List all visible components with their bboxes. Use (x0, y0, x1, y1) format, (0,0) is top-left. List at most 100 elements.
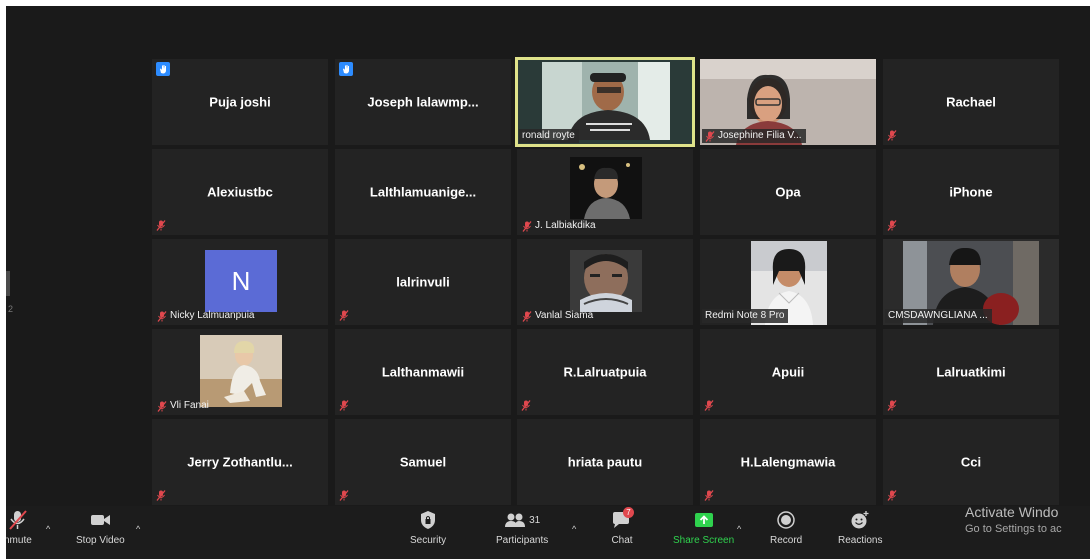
participant-name: Lalthlamuanige... (369, 184, 477, 200)
side-panel-handle[interactable] (6, 271, 10, 296)
chat-button[interactable]: 7 Chat (611, 507, 634, 546)
reactions-button[interactable]: Reactions (838, 510, 882, 546)
participant-name: Alexiustbc (207, 184, 273, 200)
watermark-title: Activate Windo (965, 504, 1059, 520)
muted-mic-icon (887, 220, 897, 231)
participant-name: Rachael (946, 94, 996, 110)
chat-label: Chat (611, 535, 633, 546)
participants-icon-group: 31 (504, 510, 540, 530)
muted-mic-icon (9, 510, 27, 530)
participant-name: Nicky Lalmuanpuia (170, 310, 255, 321)
participant-tile[interactable]: Samuel (335, 419, 511, 505)
participant-tile[interactable]: lalrinvuli (335, 239, 511, 325)
participant-tile[interactable]: Lalthlamuanige... (335, 149, 511, 235)
participant-tile[interactable]: Vanlal Siama (517, 239, 693, 325)
participant-tile[interactable]: Cci (883, 419, 1059, 505)
participant-tile[interactable]: Redmi Note 8 Pro (700, 239, 876, 325)
participant-label: Redmi Note 8 Pro (702, 309, 789, 323)
participant-tile[interactable]: J. Lalbiakdika (517, 149, 693, 235)
video-camera-icon (91, 515, 111, 525)
participant-name: Apuii (771, 364, 805, 380)
muted-mic-icon (157, 310, 167, 322)
zoom-meeting-window: 2 Puja joshi Joseph lalawmp... ronald ro… (6, 6, 1090, 559)
participant-name: Joseph lalawmp... (367, 94, 479, 110)
record-button[interactable]: Record (770, 510, 802, 546)
active-speaker-tile[interactable]: ronald royte (515, 57, 695, 147)
participant-tile[interactable]: Apuii (700, 329, 876, 415)
participant-tile[interactable]: iPhone (883, 149, 1059, 235)
participant-tile[interactable]: Lalthanmawii (335, 329, 511, 415)
participant-label: ronald royte (519, 129, 579, 143)
reactions-label: Reactions (838, 535, 883, 546)
audio-options-caret-icon[interactable]: ^ (46, 524, 50, 534)
participant-tile[interactable]: Rachael (883, 59, 1059, 145)
muted-mic-icon (705, 130, 715, 142)
participant-tile[interactable]: N Nicky Lalmuanpuia (152, 239, 328, 325)
video-options-caret-icon[interactable]: ^ (136, 524, 140, 534)
share-options-caret-icon[interactable]: ^ (737, 524, 741, 534)
meeting-toolbar: nmute ^ Stop Video ^ Security 31 Partici… (6, 506, 1090, 559)
participant-tile[interactable]: H.Lalengmawia (700, 419, 876, 505)
participant-name: Puja joshi (209, 94, 271, 110)
muted-mic-icon (887, 490, 897, 501)
security-button[interactable]: Security (410, 510, 446, 546)
participant-name: ronald royte (522, 130, 575, 141)
share-screen-label: Share Screen (673, 535, 735, 546)
participant-tile[interactable]: Vli Fanai (152, 329, 328, 415)
participant-name: Josephine Filia V... (718, 130, 802, 141)
participant-label: Vanlal Siama (519, 309, 597, 323)
participant-name: hriata pautu (567, 454, 643, 470)
share-screen-icon (694, 513, 713, 527)
participant-tile[interactable]: Lalruatkimi (883, 329, 1059, 415)
participants-count: 31 (529, 514, 541, 526)
chat-unread-badge: 7 (623, 507, 634, 518)
stop-video-button[interactable]: Stop Video (76, 510, 125, 546)
participants-icon (505, 513, 526, 527)
avatar: N (205, 250, 277, 312)
muted-mic-icon (156, 220, 166, 231)
participant-name: Samuel (399, 454, 447, 470)
muted-mic-icon (704, 490, 714, 501)
participant-name: J. Lalbiakdika (535, 220, 596, 231)
muted-mic-icon (339, 400, 349, 411)
record-label: Record (770, 535, 803, 546)
participants-options-caret-icon[interactable]: ^ (572, 524, 576, 534)
participant-name: iPhone (949, 184, 993, 200)
participant-name: Lalthanmawii (381, 364, 465, 380)
participant-label: Josephine Filia V... (702, 129, 806, 143)
participant-tile[interactable]: Opa (700, 149, 876, 235)
participant-label: J. Lalbiakdika (519, 219, 600, 233)
shield-icon (421, 511, 436, 529)
participant-name: Vanlal Siama (535, 310, 594, 321)
share-screen-button[interactable]: Share Screen (673, 510, 734, 546)
participant-tile[interactable]: R.Lalruatpuia (517, 329, 693, 415)
muted-mic-icon (522, 220, 532, 232)
participant-label: CMSDAWNGLIANA ... (885, 309, 992, 323)
participant-tile[interactable]: CMSDAWNGLIANA ... (883, 239, 1059, 325)
participant-name: Opa (775, 184, 801, 200)
windows-activation-watermark: Activate Windo Go to Settings to ac (965, 504, 1062, 535)
participant-video (570, 250, 642, 312)
participant-tile[interactable]: Puja joshi (152, 59, 328, 145)
security-label: Security (410, 535, 447, 546)
participant-name: Lalruatkimi (936, 364, 1006, 380)
participants-button[interactable]: 31 Participants (496, 510, 548, 546)
participant-tile[interactable]: Joseph lalawmp... (335, 59, 511, 145)
participant-tile[interactable]: hriata pautu (517, 419, 693, 505)
watermark-subtitle: Go to Settings to ac (965, 523, 1062, 535)
participant-name: R.Lalruatpuia (563, 364, 647, 380)
smiley-icon (851, 511, 869, 529)
muted-mic-icon (704, 400, 714, 411)
muted-mic-icon (339, 490, 349, 501)
raise-hand-icon (156, 62, 170, 76)
participant-name: CMSDAWNGLIANA ... (888, 310, 988, 321)
participant-name: H.Lalengmawia (740, 454, 836, 470)
muted-mic-icon (156, 490, 166, 501)
participant-tile[interactable]: Alexiustbc (152, 149, 328, 235)
participant-tile[interactable]: Josephine Filia V... (700, 59, 876, 145)
participant-name: Vli Fanai (170, 400, 209, 411)
participant-tile[interactable]: Jerry Zothantlu... (152, 419, 328, 505)
unmute-button[interactable]: nmute (6, 510, 32, 546)
side-page-number: 2 (8, 304, 14, 314)
stop-video-label: Stop Video (76, 535, 125, 546)
